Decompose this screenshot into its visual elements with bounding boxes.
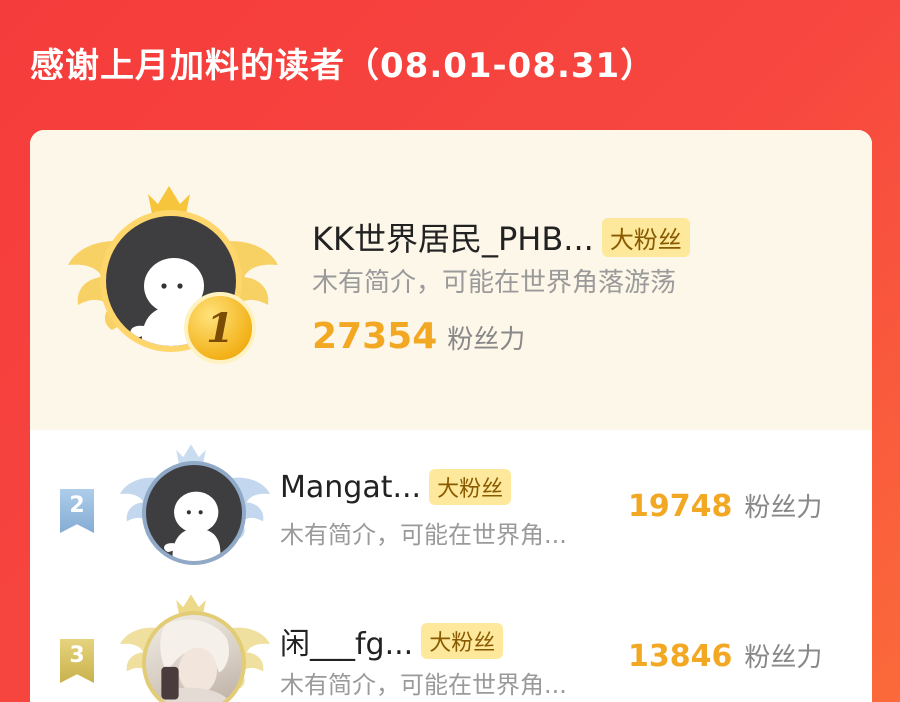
page-title: 感谢上月加料的读者（08.01-08.31） xyxy=(30,46,656,86)
fan-level-badge: 大粉丝 xyxy=(429,469,512,505)
fan-power: 27354 粉丝力 xyxy=(312,316,525,357)
top-reader-avatar-badge[interactable]: 1 xyxy=(68,180,278,380)
rank-ribbon-icon: 2 xyxy=(60,489,94,533)
reader-name[interactable]: KK世界居民_PHB... xyxy=(312,214,594,260)
reader-name-row[interactable]: KK世界居民_PHB... 大粉丝 xyxy=(312,214,690,260)
reader-avatar-badge[interactable] xyxy=(120,443,270,583)
fan-power-value: 13846 xyxy=(628,639,733,674)
fan-power-unit: 粉丝力 xyxy=(744,493,823,523)
rank-ribbon-icon: 3 xyxy=(60,639,94,683)
reader-name[interactable]: Mangat... xyxy=(280,470,421,505)
fan-power-unit: 粉丝力 xyxy=(447,325,526,355)
reader-bio: 木有简介，可能在世界角落游荡 xyxy=(312,268,677,298)
reader-list-item[interactable]: 2 Mangat... 大粉丝 木有简介，可能在世界角... 19748 粉丝力 xyxy=(30,435,872,585)
fan-power: 19748 粉丝力 xyxy=(628,487,822,524)
fan-level-badge: 大粉丝 xyxy=(421,623,504,659)
reader-list-item[interactable]: 3 闲___fg... 大粉丝 木有简介，可能在世界角... 13846 粉丝力 xyxy=(30,585,872,702)
fan-power: 13846 粉丝力 xyxy=(628,637,822,674)
reader-avatar-badge[interactable] xyxy=(120,593,270,702)
fan-level-badge: 大粉丝 xyxy=(601,217,690,257)
fan-power-value: 19748 xyxy=(628,489,733,524)
fan-power-value: 27354 xyxy=(312,316,438,357)
reader-name[interactable]: 闲___fg... xyxy=(280,619,413,663)
top-reader-item[interactable]: 1 KK世界居民_PHB... 大粉丝 木有简介，可能在世界角落游荡 27354… xyxy=(30,130,872,430)
reader-name-row[interactable]: 闲___fg... 大粉丝 xyxy=(280,619,504,663)
user-avatar-image xyxy=(146,615,242,702)
reader-name-row[interactable]: Mangat... 大粉丝 xyxy=(280,469,512,505)
reader-ranking-card: 1 KK世界居民_PHB... 大粉丝 木有简介，可能在世界角落游荡 27354… xyxy=(30,130,872,702)
fan-power-unit: 粉丝力 xyxy=(744,643,823,673)
reader-bio: 木有简介，可能在世界角... xyxy=(280,671,567,699)
reader-bio: 木有简介，可能在世界角... xyxy=(280,521,567,549)
rank-medal-icon: 1 xyxy=(184,292,256,364)
avatar[interactable] xyxy=(142,461,246,565)
default-avatar-icon xyxy=(146,465,242,561)
